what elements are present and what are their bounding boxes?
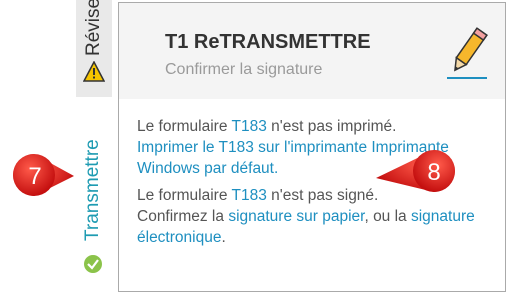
card-subtitle: Confirmer la signature (165, 61, 323, 78)
form-t183-link[interactable]: T183 (231, 118, 266, 135)
checkmark-circle-icon (83, 254, 103, 274)
paper-signature-link[interactable]: signature sur papier (228, 208, 364, 225)
sign-status-pre: Le formulaire (137, 187, 232, 204)
tab-transmettre-label: Transmettre (82, 139, 103, 241)
warning-icon (83, 61, 105, 82)
confirm-pre: Confirmez la (137, 208, 229, 225)
confirm-post: . (221, 229, 226, 246)
callout-8: 8 (376, 148, 456, 192)
form-t183-link-2[interactable]: T183 (231, 187, 266, 204)
card-title: T1 ReTRANSMETTRE (165, 31, 371, 53)
print-status-post: n'est pas imprimé. (266, 118, 397, 135)
callout-8-number: 8 (427, 159, 441, 186)
print-status-pre: Le formulaire (137, 118, 232, 135)
callout-7-number: 7 (28, 163, 42, 190)
retransmit-card: T1 ReTRANSMETTRE Confirmer la signature … (118, 2, 506, 292)
callout-7: 7 (10, 152, 74, 196)
confirm-mid: , ou la (364, 208, 411, 225)
sign-status-post: n'est pas signé. (266, 187, 379, 204)
card-header: T1 ReTRANSMETTRE Confirmer la signature (119, 3, 505, 99)
tab-revise-label: Révise (83, 0, 104, 56)
pencil-icon[interactable] (445, 27, 489, 81)
